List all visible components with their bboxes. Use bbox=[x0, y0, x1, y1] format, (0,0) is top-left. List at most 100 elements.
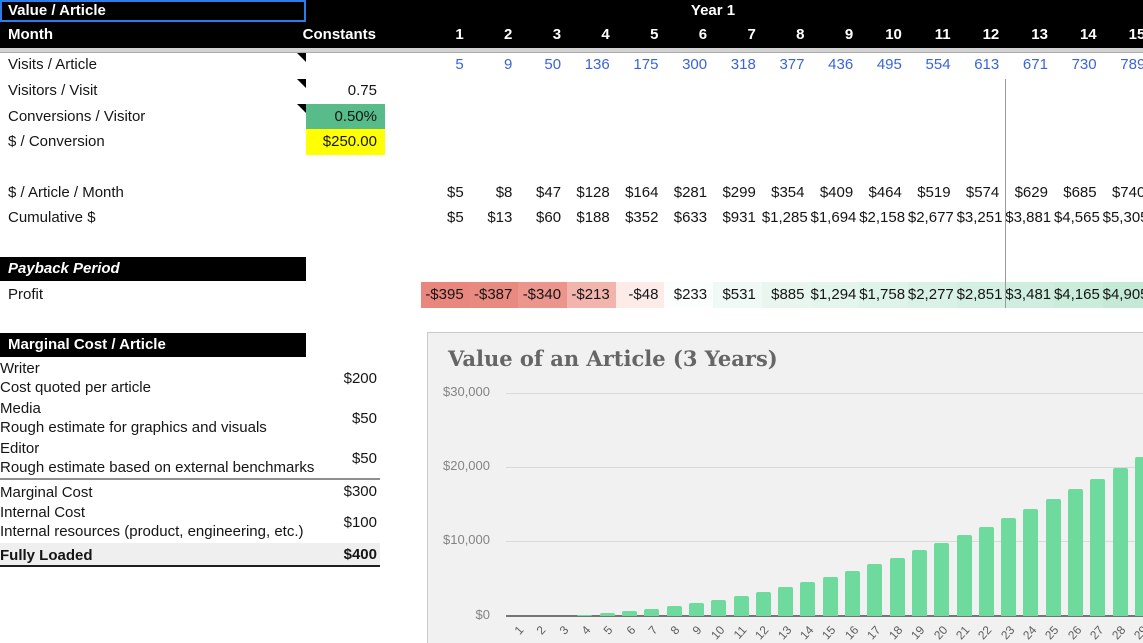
row-label[interactable]: Conversions / Visitor bbox=[8, 104, 145, 129]
row-label[interactable]: Visits / Article bbox=[8, 52, 97, 78]
cell-visits-m10[interactable]: 495 bbox=[859, 52, 908, 78]
cost-row-internal-cost[interactable]: Internal CostInternal resources (product… bbox=[0, 502, 380, 543]
cell-dollars-per-month-m8[interactable]: $354 bbox=[762, 180, 811, 205]
cell-cumulative-m9[interactable]: $1,694 bbox=[811, 205, 860, 231]
cell-dollars-per-month-m3[interactable]: $47 bbox=[518, 180, 567, 205]
month-header-cell-m3[interactable]: 3 bbox=[518, 22, 567, 48]
cell-visits-m9[interactable]: 436 bbox=[811, 52, 860, 78]
cell-visits-m6[interactable]: 300 bbox=[664, 52, 713, 78]
cell-dollars-per-month-m9[interactable]: $409 bbox=[811, 180, 860, 205]
cell-profit-m1[interactable]: -$395 bbox=[421, 282, 470, 308]
cell-profit-m9[interactable]: $1,294 bbox=[811, 282, 860, 308]
cell-profit-m10[interactable]: $1,758 bbox=[859, 282, 908, 308]
cell-dollars-per-month-m14[interactable]: $685 bbox=[1054, 180, 1103, 205]
cell-profit-m15[interactable]: $4,905 bbox=[1103, 282, 1143, 308]
cell-dollars-per-month-m6[interactable]: $281 bbox=[664, 180, 713, 205]
row-label[interactable]: Cumulative $ bbox=[8, 205, 96, 231]
cell-profit-m11[interactable]: $2,277 bbox=[908, 282, 957, 308]
month-header-cell-m15[interactable]: 15 bbox=[1103, 22, 1143, 48]
cell-visits-m4[interactable]: 136 bbox=[567, 52, 616, 78]
cell-dollars-per-month-m4[interactable]: $128 bbox=[567, 180, 616, 205]
cell-profit-m14[interactable]: $4,165 bbox=[1054, 282, 1103, 308]
cell-cumulative-m13[interactable]: $3,881 bbox=[1005, 205, 1054, 231]
cell-cumulative-m10[interactable]: $2,158 bbox=[859, 205, 908, 231]
cell-profit-m6[interactable]: $233 bbox=[664, 282, 713, 308]
marginal-cost-section-header[interactable]: Marginal Cost / Article bbox=[0, 333, 306, 357]
cell-profit-m4[interactable]: -$213 bbox=[567, 282, 616, 308]
constants-header-cell[interactable]: Constants bbox=[276, 22, 376, 48]
payback-period-section-header[interactable]: Payback Period bbox=[0, 257, 306, 281]
month-header-cell-m8[interactable]: 8 bbox=[762, 22, 811, 48]
cell-cumulative-m11[interactable]: $2,677 bbox=[908, 205, 957, 231]
cell-cumulative-m5[interactable]: $352 bbox=[616, 205, 665, 231]
cell-visits-m11[interactable]: 554 bbox=[908, 52, 957, 78]
cell-cumulative-m3[interactable]: $60 bbox=[518, 205, 567, 231]
cost-name: WriterCost quoted per article bbox=[0, 359, 151, 397]
cell-profit-m3[interactable]: -$340 bbox=[518, 282, 567, 308]
cell-cumulative-m7[interactable]: $931 bbox=[713, 205, 762, 231]
cell-visits-m7[interactable]: 318 bbox=[713, 52, 762, 78]
month-header-cell-m9[interactable]: 9 bbox=[811, 22, 860, 48]
row-label[interactable]: Profit bbox=[8, 282, 43, 308]
cost-row-editor[interactable]: EditorRough estimate based on external b… bbox=[0, 438, 380, 478]
value-of-article-chart[interactable]: Value of an Article (3 Years) $30,000$20… bbox=[427, 332, 1143, 643]
cell-visits-m8[interactable]: 377 bbox=[762, 52, 811, 78]
cell-cumulative-m1[interactable]: $5 bbox=[421, 205, 470, 231]
cell-dollars-per-month-m15[interactable]: $740 bbox=[1103, 180, 1143, 205]
cell-dollars-per-month-m12[interactable]: $574 bbox=[957, 180, 1006, 205]
cell-cumulative-m2[interactable]: $13 bbox=[470, 205, 519, 231]
cell-profit-m5[interactable]: -$48 bbox=[616, 282, 665, 308]
cell-cumulative-m14[interactable]: $4,565 bbox=[1054, 205, 1103, 231]
cell-dollars-per-month-m11[interactable]: $519 bbox=[908, 180, 957, 205]
month-header-cell-m11[interactable]: 11 bbox=[908, 22, 957, 48]
cell-profit-m8[interactable]: $885 bbox=[762, 282, 811, 308]
cell-dollars-per-month-m10[interactable]: $464 bbox=[859, 180, 908, 205]
cell-dollars-per-month-m7[interactable]: $299 bbox=[713, 180, 762, 205]
cell-cumulative-m4[interactable]: $188 bbox=[567, 205, 616, 231]
month-header-cell-m13[interactable]: 13 bbox=[1005, 22, 1054, 48]
month-header-cell-m4[interactable]: 4 bbox=[567, 22, 616, 48]
cell-cumulative-m6[interactable]: $633 bbox=[664, 205, 713, 231]
row-label[interactable]: Visitors / Visit bbox=[8, 78, 97, 104]
cell-dollars-per-month-m2[interactable]: $8 bbox=[470, 180, 519, 205]
cell-cumulative-m12[interactable]: $3,251 bbox=[957, 205, 1006, 231]
constant-cell-conversion-rate[interactable]: 0.50% bbox=[306, 104, 385, 129]
month-header-cell[interactable]: Month bbox=[8, 22, 53, 48]
constant-cell-dollars-per-conversion[interactable]: $250.00 bbox=[306, 129, 385, 155]
row-label[interactable]: $ / Article / Month bbox=[8, 180, 124, 205]
cell-visits-m15[interactable]: 789 bbox=[1103, 52, 1143, 78]
chart-bar-month-7 bbox=[644, 609, 659, 616]
cost-row-writer[interactable]: WriterCost quoted per article$200 bbox=[0, 358, 380, 398]
cell-profit-m13[interactable]: $3,481 bbox=[1005, 282, 1054, 308]
cell-dollars-per-month-m5[interactable]: $164 bbox=[616, 180, 665, 205]
cell-profit-m12[interactable]: $2,851 bbox=[957, 282, 1006, 308]
cell-visits-m14[interactable]: 730 bbox=[1054, 52, 1103, 78]
cell-visits-m5[interactable]: 175 bbox=[616, 52, 665, 78]
month-header-cell-m12[interactable]: 12 bbox=[957, 22, 1006, 48]
cell-cumulative-m8[interactable]: $1,285 bbox=[762, 205, 811, 231]
selected-cell-value-article[interactable]: Value / Article bbox=[0, 0, 306, 22]
cost-row-fully-loaded[interactable]: Fully Loaded$400 bbox=[0, 543, 380, 567]
month-header-cell-m5[interactable]: 5 bbox=[616, 22, 665, 48]
month-header-cell-m14[interactable]: 14 bbox=[1054, 22, 1103, 48]
year1-header-cell[interactable]: Year 1 bbox=[421, 0, 1005, 22]
cell-visits-m1[interactable]: 5 bbox=[421, 52, 470, 78]
month-header-cell-m6[interactable]: 6 bbox=[664, 22, 713, 48]
cost-row-media[interactable]: MediaRough estimate for graphics and vis… bbox=[0, 398, 380, 438]
month-header-cell-m2[interactable]: 2 bbox=[470, 22, 519, 48]
cell-visits-m2[interactable]: 9 bbox=[470, 52, 519, 78]
cell-cumulative-m15[interactable]: $5,305 bbox=[1103, 205, 1143, 231]
month-header-cell-m10[interactable]: 10 bbox=[859, 22, 908, 48]
constant-cell-visitors-per-visit[interactable]: 0.75 bbox=[306, 78, 385, 104]
cell-profit-m2[interactable]: -$387 bbox=[470, 282, 519, 308]
month-header-cell-m1[interactable]: 1 bbox=[421, 22, 470, 48]
cell-visits-m13[interactable]: 671 bbox=[1005, 52, 1054, 78]
row-label[interactable]: $ / Conversion bbox=[8, 129, 105, 155]
cost-row-marginal-cost[interactable]: Marginal Cost$300 bbox=[0, 478, 380, 502]
cell-dollars-per-month-m13[interactable]: $629 bbox=[1005, 180, 1054, 205]
month-header-cell-m7[interactable]: 7 bbox=[713, 22, 762, 48]
cell-visits-m12[interactable]: 613 bbox=[957, 52, 1006, 78]
cell-visits-m3[interactable]: 50 bbox=[518, 52, 567, 78]
cell-dollars-per-month-m1[interactable]: $5 bbox=[421, 180, 470, 205]
cell-profit-m7[interactable]: $531 bbox=[713, 282, 762, 308]
